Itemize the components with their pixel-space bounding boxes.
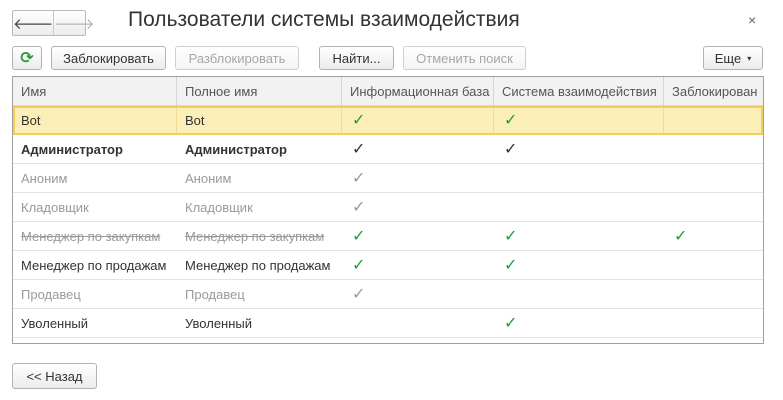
- check-icon: [342, 309, 494, 337]
- cell-name: Продавец: [21, 286, 81, 302]
- column-header-full-name[interactable]: Полное имя: [177, 77, 342, 106]
- cell-full-name: Уволенный: [185, 315, 253, 331]
- check-icon: [664, 193, 763, 221]
- forward-arrow-icon[interactable]: 🡒: [54, 11, 94, 35]
- back-arrow-icon[interactable]: 🡐: [13, 11, 55, 35]
- cell-full-name: Администратор: [185, 141, 287, 157]
- table-header: Имя Полное имя Информационная база Систе…: [13, 77, 763, 106]
- column-header-blocked[interactable]: Заблокирован: [664, 77, 763, 106]
- check-icon: ✓: [494, 106, 664, 134]
- cell-full-name: Кладовщик: [185, 199, 253, 215]
- cell-full-name: Аноним: [185, 170, 232, 186]
- refresh-button[interactable]: ⟳: [12, 46, 42, 70]
- check-icon: [664, 106, 763, 134]
- back-button[interactable]: << Назад: [12, 363, 97, 389]
- cancel-search-button[interactable]: Отменить поиск: [403, 46, 526, 70]
- check-icon: ✓: [504, 257, 518, 274]
- block-button[interactable]: Заблокировать: [51, 46, 166, 70]
- check-icon: [664, 309, 763, 337]
- find-button[interactable]: Найти...: [319, 46, 394, 70]
- check-icon: [664, 280, 763, 308]
- chevron-down-icon: ▾: [747, 53, 752, 63]
- check-icon: ✓: [504, 315, 518, 332]
- check-icon: ✓: [352, 286, 366, 303]
- table-row[interactable]: Bot Bot ✓ ✓: [13, 106, 763, 135]
- column-header-infobase[interactable]: Информационная база: [342, 77, 494, 106]
- cell-name: Менеджер по продажам: [21, 257, 167, 273]
- table-row[interactable]: Менеджер по продажам Менеджер по продажа…: [13, 251, 763, 280]
- check-icon: [664, 135, 763, 163]
- column-header-interaction-system[interactable]: Система взаимодействия: [494, 77, 664, 106]
- cell-name: Уволенный: [21, 315, 89, 331]
- check-icon: ✓: [504, 228, 518, 245]
- cell-name: Bot: [13, 106, 177, 134]
- page-title: Пользователи системы взаимодействия: [128, 8, 520, 31]
- users-table: Имя Полное имя Информационная база Систе…: [12, 76, 764, 344]
- table-row[interactable]: Администратор Администратор ✓ ✓: [13, 135, 763, 164]
- check-icon: ✓: [674, 228, 688, 245]
- check-icon: [664, 164, 763, 192]
- table-row[interactable]: Аноним Аноним ✓: [13, 164, 763, 193]
- check-icon: [664, 251, 763, 279]
- table-row[interactable]: Продавец Продавец ✓: [13, 280, 763, 309]
- cell-name: Кладовщик: [21, 199, 89, 215]
- check-icon: ✓: [504, 141, 518, 158]
- cell-name: Менеджер по закупкам: [21, 228, 161, 244]
- cell-name: Администратор: [21, 141, 123, 157]
- column-header-name[interactable]: Имя: [13, 77, 177, 106]
- cell-full-name: Продавец: [185, 286, 245, 302]
- table-row[interactable]: Кладовщик Кладовщик ✓: [13, 193, 763, 222]
- more-label: Еще: [714, 50, 742, 66]
- check-icon: ✓: [352, 257, 366, 274]
- check-icon: [494, 280, 664, 308]
- check-icon: ✓: [352, 199, 366, 216]
- check-icon: [494, 164, 664, 192]
- cell-full-name: Менеджер по закупкам: [185, 228, 325, 244]
- table-row[interactable]: Менеджер по закупкам Менеджер по закупка…: [13, 222, 763, 251]
- check-icon: ✓: [352, 170, 366, 187]
- close-icon[interactable]: ×: [748, 12, 756, 28]
- navigation-buttons: 🡐 🡒: [12, 10, 94, 36]
- table-row[interactable]: Уволенный Уволенный ✓: [13, 309, 763, 338]
- check-icon: ✓: [342, 106, 494, 134]
- cell-name: Аноним: [21, 170, 68, 186]
- check-icon: [494, 193, 664, 221]
- unblock-button[interactable]: Разблокировать: [175, 46, 299, 70]
- check-icon: ✓: [352, 228, 366, 245]
- cell-full-name: Менеджер по продажам: [185, 257, 331, 273]
- cell-full-name: Bot: [177, 106, 342, 134]
- more-button[interactable]: Еще ▾: [703, 46, 763, 70]
- check-icon: ✓: [352, 141, 366, 158]
